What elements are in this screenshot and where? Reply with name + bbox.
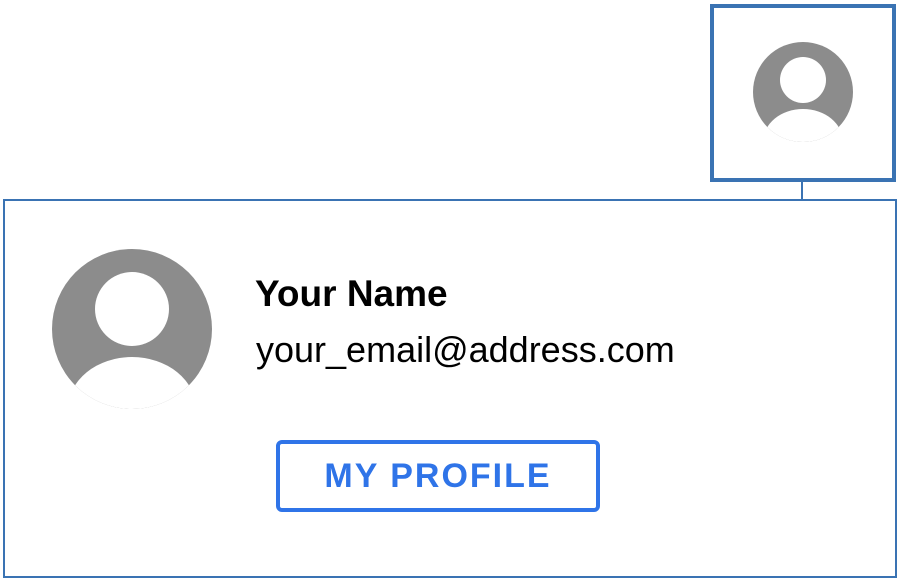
person-icon — [52, 249, 212, 409]
person-icon — [753, 42, 853, 142]
my-profile-button[interactable]: MY PROFILE — [276, 440, 600, 512]
account-avatar-button[interactable] — [710, 4, 896, 182]
profile-dropdown-card: Your Name your_email@address.com MY PROF… — [3, 199, 897, 578]
user-email: your_email@address.com — [256, 329, 675, 370]
user-name: Your Name — [255, 273, 448, 314]
